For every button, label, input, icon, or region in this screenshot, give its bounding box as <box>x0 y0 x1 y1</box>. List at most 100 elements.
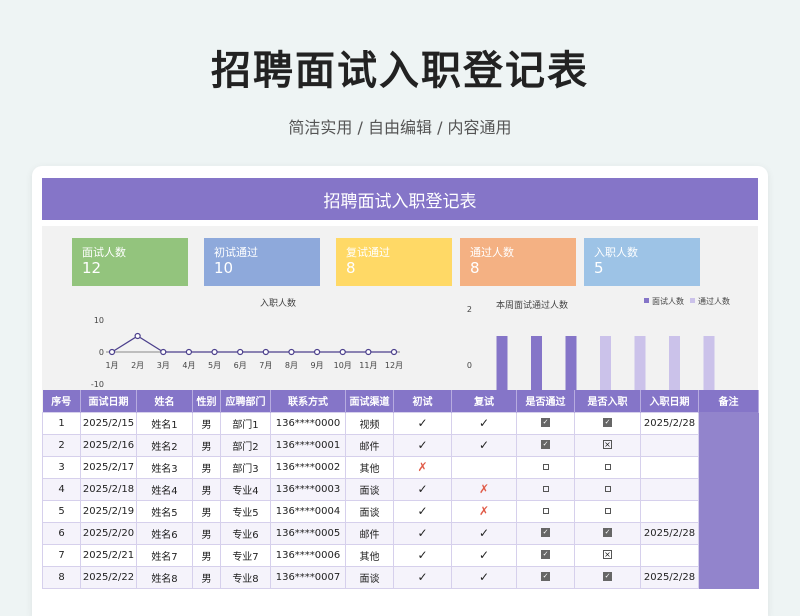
cell-hire-date[interactable]: 2025/2/28 <box>640 521 699 545</box>
cell-name[interactable]: 姓名2 <box>136 433 193 457</box>
cell-hired[interactable]: × <box>574 433 641 457</box>
cell-first-round[interactable]: ✗ <box>393 455 452 479</box>
empty-box-icon[interactable] <box>604 507 611 514</box>
cell-phone[interactable]: 136****0005 <box>270 521 346 545</box>
checked-box-icon[interactable]: ✓ <box>541 418 550 427</box>
cell-passed[interactable]: ✓ <box>516 543 575 567</box>
checked-box-icon[interactable]: ✓ <box>603 528 612 537</box>
cell-phone[interactable]: 136****0001 <box>270 433 346 457</box>
checked-box-icon[interactable]: ✓ <box>541 572 550 581</box>
cell-note[interactable] <box>698 565 759 589</box>
cell-first-round[interactable]: ✓ <box>393 565 452 589</box>
cell-channel[interactable]: 其他 <box>345 543 394 567</box>
cell-passed[interactable]: ✓ <box>516 411 575 435</box>
cell-date[interactable]: 2025/2/18 <box>80 477 137 501</box>
cell-phone[interactable]: 136****0007 <box>270 565 346 589</box>
cell-first-round[interactable]: ✓ <box>393 499 452 523</box>
cell-name[interactable]: 姓名4 <box>136 477 193 501</box>
cell-first-round[interactable]: ✓ <box>393 477 452 501</box>
col-header-hired[interactable]: 是否入职 <box>574 390 641 412</box>
col-header-note[interactable]: 备注 <box>698 390 759 412</box>
cell-passed[interactable] <box>516 477 575 501</box>
cell-hired[interactable]: ✓ <box>574 521 641 545</box>
cell-note[interactable] <box>698 477 759 501</box>
empty-box-icon[interactable] <box>604 485 611 492</box>
cell-channel[interactable]: 面谈 <box>345 477 394 501</box>
cell-phone[interactable]: 136****0006 <box>270 543 346 567</box>
cell-phone[interactable]: 136****0004 <box>270 499 346 523</box>
checked-box-icon[interactable]: ✓ <box>603 418 612 427</box>
cell-no[interactable]: 5 <box>42 499 81 523</box>
crossed-box-icon[interactable]: × <box>603 550 612 559</box>
checked-box-icon[interactable]: ✓ <box>541 440 550 449</box>
cell-first-round[interactable]: ✓ <box>393 433 452 457</box>
cell-second-round[interactable]: ✓ <box>451 543 517 567</box>
cell-sex[interactable]: 男 <box>192 521 221 545</box>
cell-hired[interactable]: × <box>574 543 641 567</box>
checked-box-icon[interactable]: ✓ <box>541 550 550 559</box>
cell-dept[interactable]: 专业4 <box>220 477 271 501</box>
cell-note[interactable] <box>698 521 759 545</box>
cell-dept[interactable]: 专业7 <box>220 543 271 567</box>
col-header-channel[interactable]: 面试渠道 <box>345 390 394 412</box>
cell-second-round[interactable]: ✗ <box>451 477 517 501</box>
cell-second-round[interactable]: ✓ <box>451 433 517 457</box>
cell-hire-date[interactable] <box>640 543 699 567</box>
cell-date[interactable]: 2025/2/19 <box>80 499 137 523</box>
cell-no[interactable]: 6 <box>42 521 81 545</box>
cell-second-round[interactable]: ✗ <box>451 499 517 523</box>
cell-dept[interactable]: 专业6 <box>220 521 271 545</box>
cell-date[interactable]: 2025/2/22 <box>80 565 137 589</box>
cell-name[interactable]: 姓名1 <box>136 411 193 435</box>
cell-channel[interactable]: 视频 <box>345 411 394 435</box>
checked-box-icon[interactable]: ✓ <box>603 572 612 581</box>
col-header-passed[interactable]: 是否通过 <box>516 390 575 412</box>
cell-second-round[interactable]: ✓ <box>451 411 517 435</box>
cell-dept[interactable]: 部门1 <box>220 411 271 435</box>
col-header-date[interactable]: 面试日期 <box>80 390 137 412</box>
cell-first-round[interactable]: ✓ <box>393 543 452 567</box>
cell-no[interactable]: 1 <box>42 411 81 435</box>
cell-date[interactable]: 2025/2/20 <box>80 521 137 545</box>
cell-sex[interactable]: 男 <box>192 455 221 479</box>
cell-passed[interactable]: ✓ <box>516 521 575 545</box>
cell-hire-date[interactable] <box>640 477 699 501</box>
cell-date[interactable]: 2025/2/21 <box>80 543 137 567</box>
cell-no[interactable]: 2 <box>42 433 81 457</box>
cell-channel[interactable]: 面谈 <box>345 499 394 523</box>
col-header-dept[interactable]: 应聘部门 <box>220 390 271 412</box>
cell-second-round[interactable]: ✓ <box>451 521 517 545</box>
cell-first-round[interactable]: ✓ <box>393 411 452 435</box>
col-header-first-round[interactable]: 初试 <box>393 390 452 412</box>
cell-sex[interactable]: 男 <box>192 433 221 457</box>
cell-passed[interactable]: ✓ <box>516 433 575 457</box>
cell-hire-date[interactable] <box>640 433 699 457</box>
cell-hired[interactable] <box>574 455 641 479</box>
cell-dept[interactable]: 部门3 <box>220 455 271 479</box>
col-header-sex[interactable]: 性别 <box>192 390 221 412</box>
cell-phone[interactable]: 136****0003 <box>270 477 346 501</box>
col-header-name[interactable]: 姓名 <box>136 390 193 412</box>
cell-dept[interactable]: 专业5 <box>220 499 271 523</box>
cell-hired[interactable] <box>574 499 641 523</box>
cell-note[interactable] <box>698 543 759 567</box>
cell-sex[interactable]: 男 <box>192 411 221 435</box>
cell-second-round[interactable]: ✓ <box>451 565 517 589</box>
empty-box-icon[interactable] <box>542 507 549 514</box>
cell-phone[interactable]: 136****0000 <box>270 411 346 435</box>
col-header-phone[interactable]: 联系方式 <box>270 390 346 412</box>
cell-no[interactable]: 8 <box>42 565 81 589</box>
cell-sex[interactable]: 男 <box>192 565 221 589</box>
col-header-no[interactable]: 序号 <box>42 390 81 412</box>
cell-hired[interactable]: ✓ <box>574 565 641 589</box>
cell-name[interactable]: 姓名8 <box>136 565 193 589</box>
cell-no[interactable]: 3 <box>42 455 81 479</box>
cell-date[interactable]: 2025/2/15 <box>80 411 137 435</box>
cell-hired[interactable] <box>574 477 641 501</box>
cell-passed[interactable] <box>516 499 575 523</box>
cell-note[interactable] <box>698 499 759 523</box>
empty-box-icon[interactable] <box>542 463 549 470</box>
cell-note[interactable] <box>698 433 759 457</box>
checked-box-icon[interactable]: ✓ <box>541 528 550 537</box>
cell-note[interactable] <box>698 411 759 435</box>
